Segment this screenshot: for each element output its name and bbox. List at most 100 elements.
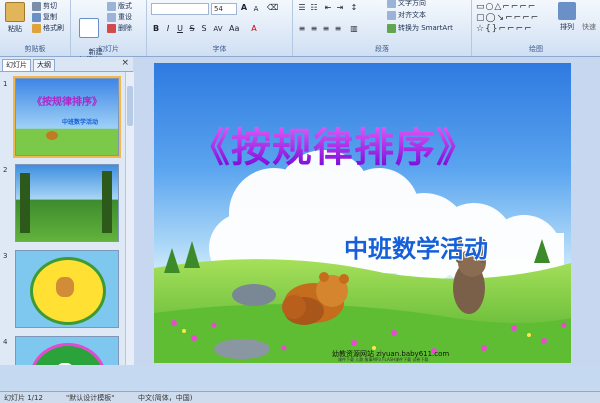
slide-canvas[interactable]: 《按规律排序》 中班数学活动 幼教资源网站 ziyuan.baby611.com… <box>154 63 571 363</box>
close-panel-icon[interactable]: × <box>121 58 129 68</box>
align-text-icon <box>387 10 396 20</box>
slides-group-label: 幻灯片 <box>98 45 119 53</box>
columns-icon[interactable]: ▥ <box>349 24 359 34</box>
underline-icon[interactable]: U <box>175 24 185 34</box>
convert-smartart-button[interactable]: 转换为 SmartArt <box>387 23 453 33</box>
paste-button[interactable]: 粘贴 <box>3 2 27 34</box>
font-group-label: 字体 <box>212 45 227 53</box>
quick-styles-label: 快速 <box>582 23 596 31</box>
format-painter-label: 格式刷 <box>43 24 64 32</box>
smartart-icon <box>387 23 396 33</box>
brush-icon <box>32 23 41 33</box>
text-direction-icon <box>387 0 396 8</box>
thumbnail-scrollbar[interactable] <box>125 72 134 365</box>
slide-thumbnail-1[interactable]: 《按规律排序》 中班数学活动 <box>13 76 121 158</box>
slide-thumbnails-panel: 1 《按规律排序》 中班数学活动 2 3 4 <box>0 72 125 365</box>
drawing-group-label: 绘图 <box>529 45 543 53</box>
change-case-icon[interactable]: Aa <box>229 24 239 34</box>
thumbnail-title: 《按规律排序》 <box>32 97 102 108</box>
grow-font-icon[interactable]: A <box>239 3 249 13</box>
numbering-icon[interactable]: ☷ <box>309 3 319 13</box>
new-slide-icon <box>79 18 99 38</box>
paragraph-group: ☰ ☷ ⇤ ⇥ ↕ 文字方向 对齐文本 转换为 SmartArt ≡ ≡ ≡ ≡… <box>293 0 472 56</box>
font-name-dropdown[interactable] <box>151 3 209 15</box>
italic-icon[interactable]: I <box>163 24 173 34</box>
align-text-button[interactable]: 对齐文本 <box>387 10 426 20</box>
quick-styles-button[interactable]: 快速 <box>580 22 598 32</box>
char-spacing-icon[interactable]: AV <box>213 24 223 34</box>
reset-button[interactable]: 重设 <box>107 12 132 22</box>
strikethrough-icon[interactable]: S <box>187 24 197 34</box>
clear-format-icon[interactable]: ⌫ <box>267 3 278 13</box>
layout-icon <box>107 1 116 11</box>
delete-icon <box>107 23 116 33</box>
scissors-icon <box>32 1 41 11</box>
tree-icon <box>102 171 112 233</box>
thumbnail-number: 3 <box>3 252 8 260</box>
scrollbar-thumb[interactable] <box>127 86 133 126</box>
paste-label: 粘贴 <box>8 25 22 33</box>
line-spacing-icon[interactable]: ↕ <box>349 3 359 13</box>
paste-icon <box>5 2 25 22</box>
layout-label: 版式 <box>118 2 132 10</box>
align-center-icon[interactable]: ≡ <box>309 24 319 34</box>
justify-icon[interactable]: ≡ <box>333 24 343 34</box>
align-text-label: 对齐文本 <box>398 11 426 19</box>
reset-icon <box>107 12 116 22</box>
font-size-dropdown[interactable]: 54 <box>211 3 237 15</box>
layout-button[interactable]: 版式 <box>107 1 132 11</box>
copy-icon <box>32 12 41 22</box>
delete-button[interactable]: 删除 <box>107 23 132 33</box>
font-color-icon[interactable]: A <box>249 24 259 34</box>
reset-label: 重设 <box>118 13 132 21</box>
slide-footer-small: 课件下载 儿歌 故事MP3 FLASH课件下载 试卷下载 <box>338 357 429 362</box>
delete-label: 删除 <box>118 24 132 32</box>
thumbnail-subtitle: 中班数学活动 <box>62 119 99 126</box>
thumbnail-number: 4 <box>3 338 8 346</box>
font-group: 54 A A ⌫ B I U S S AV Aa A 字体 <box>147 0 293 56</box>
panel-tabs: 幻灯片 大纲 × <box>0 57 133 72</box>
rock <box>232 284 276 306</box>
monkey-icon <box>56 277 74 297</box>
slide-title[interactable]: 《按规律排序》 <box>190 115 477 173</box>
arrange-icon <box>558 2 576 20</box>
decrease-indent-icon[interactable]: ⇤ <box>323 3 333 13</box>
align-left-icon[interactable]: ≡ <box>297 24 307 34</box>
shadow-icon[interactable]: S <box>199 24 209 34</box>
copy-button[interactable]: 复制 <box>32 12 57 22</box>
tab-slides[interactable]: 幻灯片 <box>2 59 31 71</box>
slide-thumbnail-2[interactable] <box>15 164 119 242</box>
ribbon: 粘贴 剪切 复制 格式刷 剪贴板 新建 幻灯片 版式 重设 删除 幻灯片 54 … <box>0 0 600 64</box>
status-bar: 幻灯片 1/12 "默认设计模板" 中文(简体，中国) <box>0 391 600 403</box>
convert-smartart-label: 转换为 SmartArt <box>398 24 453 32</box>
bullets-icon[interactable]: ☰ <box>297 3 307 13</box>
clipboard-group: 粘贴 剪切 复制 格式刷 剪贴板 <box>0 0 71 56</box>
arrange-label: 排列 <box>560 23 574 31</box>
circle-frame-icon <box>30 343 106 365</box>
slide-subtitle[interactable]: 中班数学活动 <box>344 229 488 264</box>
slide-scene <box>154 150 571 363</box>
format-painter-button[interactable]: 格式刷 <box>32 23 64 33</box>
bold-icon[interactable]: B <box>151 24 161 34</box>
increase-indent-icon[interactable]: ⇥ <box>335 3 345 13</box>
text-direction-label: 文字方向 <box>398 0 426 7</box>
text-direction-button[interactable]: 文字方向 <box>387 0 426 8</box>
tree-icon <box>20 173 30 233</box>
tab-outline[interactable]: 大纲 <box>33 59 55 71</box>
slide-thumbnail-3[interactable] <box>15 250 119 328</box>
paragraph-group-label: 段落 <box>375 45 389 53</box>
slides-group: 新建 幻灯片 版式 重设 删除 幻灯片 <box>71 0 147 64</box>
cut-button[interactable]: 剪切 <box>32 1 57 11</box>
thumbnail-number: 1 <box>3 80 8 88</box>
drawing-group: ▭○△⌐⌐⌐⌐ ▢◯↘⌐⌐⌐⌐ ☆{}⌐⌐⌐⌐ 排列 快速 绘图 <box>472 0 600 56</box>
cut-label: 剪切 <box>43 2 57 10</box>
thumbnail-number: 2 <box>3 166 8 174</box>
arrange-button[interactable]: 排列 <box>558 2 576 32</box>
clipboard-group-label: 剪贴板 <box>24 45 46 53</box>
slide-thumbnail-4[interactable] <box>15 336 119 365</box>
rock <box>214 339 270 359</box>
copy-label: 复制 <box>43 13 57 21</box>
shrink-font-icon[interactable]: A <box>251 4 261 14</box>
align-right-icon[interactable]: ≡ <box>321 24 331 34</box>
shapes-gallery[interactable]: ▭○△⌐⌐⌐⌐ ▢◯↘⌐⌐⌐⌐ ☆{}⌐⌐⌐⌐ <box>476 2 556 34</box>
